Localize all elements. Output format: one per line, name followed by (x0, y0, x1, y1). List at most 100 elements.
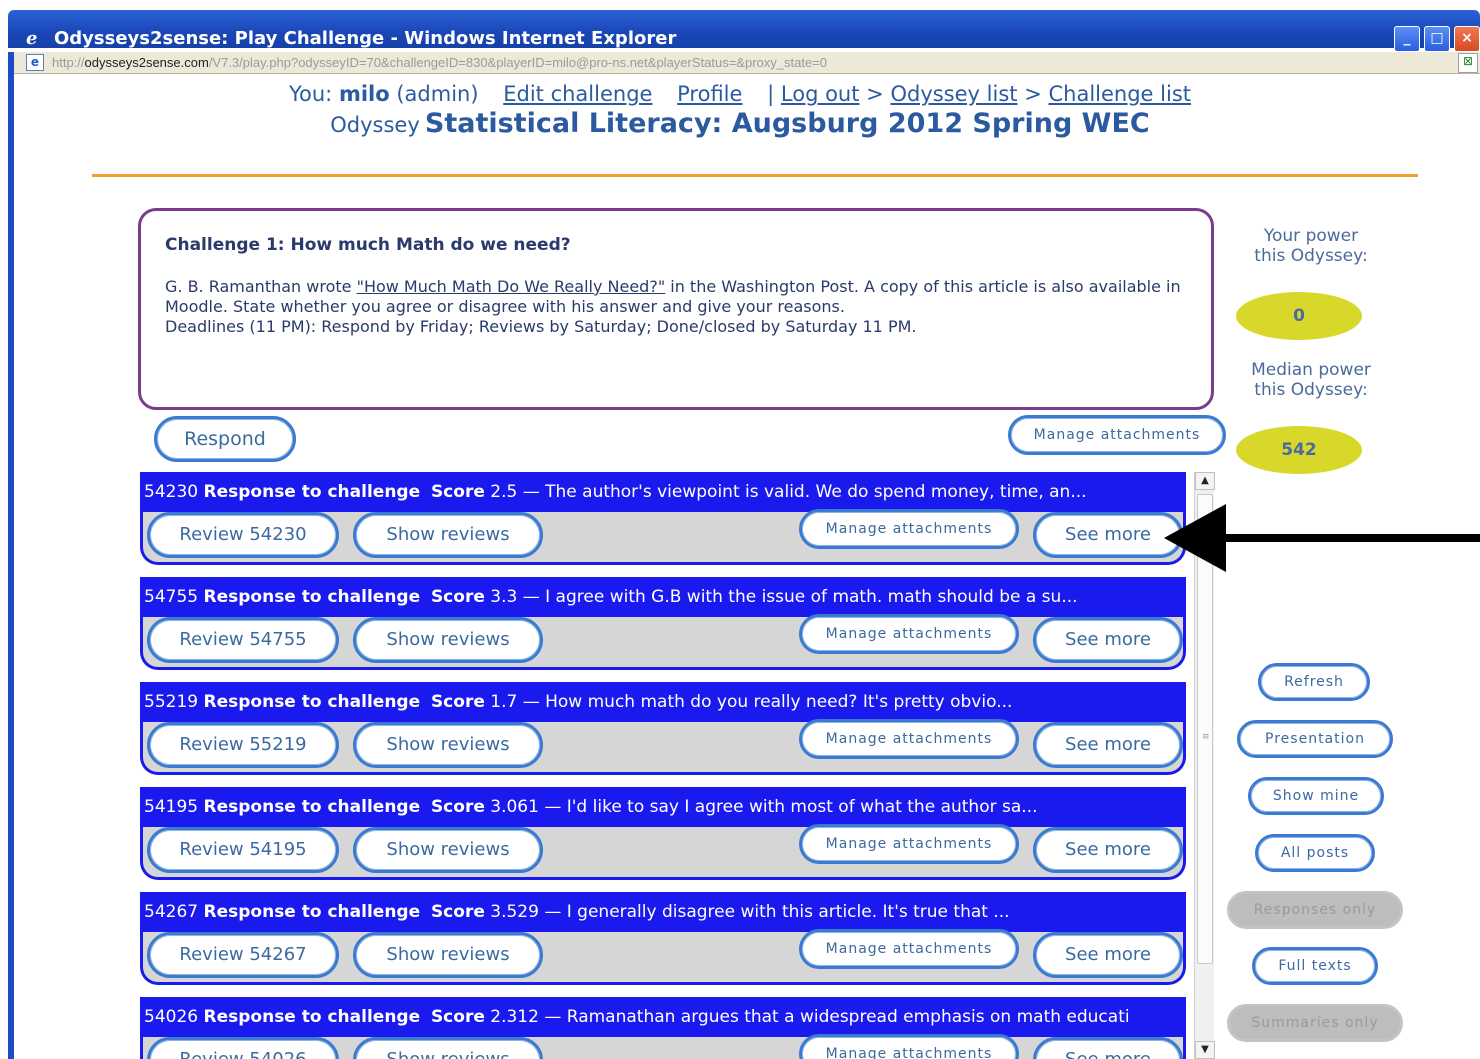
response-id: 54195 (144, 797, 199, 817)
ie-logo-icon: e (26, 28, 38, 49)
review-button[interactable]: Review 55219 (147, 722, 339, 768)
manage-attachments-button[interactable]: Manage attachments (799, 614, 1019, 654)
excerpt-dash: — (522, 482, 540, 502)
see-more-button[interactable]: See more (1033, 1037, 1183, 1059)
response-excerpt: I agree with G.B with the issue of math.… (545, 587, 1078, 607)
show-reviews-button[interactable]: Show reviews (353, 1037, 543, 1059)
challenge-list-link[interactable]: Challenge list (1048, 82, 1191, 106)
user-name: milo (338, 82, 390, 106)
response-actions: Review 54267 Show reviews Manage attachm… (140, 929, 1186, 985)
response-score: 3.061 (490, 797, 539, 817)
response-item: 54230 Response to challenge Score 2.5 — … (140, 472, 1186, 577)
breadcrumb-separator: > (1024, 82, 1042, 106)
response-header[interactable]: 55219 Response to challenge Score 1.7 — … (140, 682, 1186, 722)
all-posts-button[interactable]: All posts (1255, 834, 1375, 872)
response-header[interactable]: 54230 Response to challenge Score 2.5 — … (140, 472, 1186, 512)
response-item: 54195 Response to challenge Score 3.061 … (140, 787, 1186, 892)
response-kind: Response to challenge (203, 902, 421, 922)
score-label: Score (430, 902, 485, 922)
manage-attachments-button[interactable]: Manage attachments (799, 824, 1019, 864)
address-url[interactable]: http://odysseys2sense.com/V7.3/play.php?… (52, 55, 827, 70)
odyssey-list-link[interactable]: Odyssey list (890, 82, 1017, 106)
scroll-down-icon[interactable]: ▼ (1195, 1041, 1215, 1059)
show-reviews-button[interactable]: Show reviews (353, 512, 543, 558)
challenge-description: G. B. Ramanthan wrote "How Much Math Do … (165, 277, 1181, 336)
response-id: 54267 (144, 902, 199, 922)
response-kind: Response to challenge (203, 797, 421, 817)
score-label: Score (430, 692, 485, 712)
response-actions: Review 54026 Show reviews Manage attachm… (140, 1034, 1186, 1059)
excerpt-dash: — (522, 692, 540, 712)
respond-button[interactable]: Respond (154, 416, 296, 462)
maximize-button[interactable]: □ (1424, 26, 1450, 52)
responses-only-button[interactable]: Responses only (1227, 891, 1403, 929)
logout-link[interactable]: Log out (781, 82, 860, 106)
article-link[interactable]: "How Much Math Do We Really Need?" (357, 277, 666, 296)
review-button[interactable]: Review 54195 (147, 827, 339, 873)
response-item: 54755 Response to challenge Score 3.3 — … (140, 577, 1186, 682)
median-power-label: Median power this Odyssey: (1251, 360, 1371, 400)
window-title: Odysseys2sense: Play Challenge - Windows… (54, 28, 677, 49)
see-more-button[interactable]: See more (1033, 722, 1183, 768)
response-id: 54230 (144, 482, 199, 502)
review-button[interactable]: Review 54026 (147, 1037, 339, 1059)
scroll-up-icon[interactable]: ▲ (1195, 472, 1215, 490)
response-list: 54230 Response to challenge Score 2.5 — … (140, 472, 1186, 1059)
response-header[interactable]: 54195 Response to challenge Score 3.061 … (140, 787, 1186, 827)
manage-attachments-button[interactable]: Manage attachments (799, 509, 1019, 549)
response-header[interactable]: 54755 Response to challenge Score 3.3 — … (140, 577, 1186, 617)
show-reviews-button[interactable]: Show reviews (353, 932, 543, 978)
user-nav: You: milo (admin) Edit challenge Profile… (0, 82, 1480, 106)
review-button[interactable]: Review 54230 (147, 512, 339, 558)
profile-link[interactable]: Profile (677, 82, 742, 106)
response-item: 54026 Response to challenge Score 2.312 … (140, 997, 1186, 1059)
you-label: You: (288, 82, 333, 106)
review-button[interactable]: Review 54755 (147, 617, 339, 663)
response-kind: Response to challenge (203, 692, 421, 712)
response-item: 55219 Response to challenge Score 1.7 — … (140, 682, 1186, 787)
response-score: 2.5 (490, 482, 518, 502)
score-label: Score (430, 797, 485, 817)
manage-attachments-button[interactable]: Manage attachments (799, 1034, 1019, 1059)
full-texts-button[interactable]: Full texts (1252, 947, 1378, 985)
see-more-button[interactable]: See more (1033, 932, 1183, 978)
summaries-only-button[interactable]: Summaries only (1227, 1004, 1403, 1042)
show-mine-button[interactable]: Show mine (1248, 777, 1384, 815)
see-more-button[interactable]: See more (1033, 827, 1183, 873)
response-id: 54755 (144, 587, 199, 607)
response-excerpt: How much math do you really need? It's p… (545, 692, 1013, 712)
presentation-button[interactable]: Presentation (1237, 720, 1393, 758)
breadcrumb-separator: > (866, 82, 884, 106)
excerpt-dash: — (544, 902, 562, 922)
response-actions: Review 54195 Show reviews Manage attachm… (140, 824, 1186, 880)
close-button[interactable]: × (1454, 26, 1480, 52)
manage-attachments-button[interactable]: Manage attachments (799, 929, 1019, 969)
show-reviews-button[interactable]: Show reviews (353, 617, 543, 663)
response-score: 3.529 (490, 902, 539, 922)
nav-separator: | (767, 82, 775, 106)
response-header[interactable]: 54026 Response to challenge Score 2.312 … (140, 997, 1186, 1037)
response-item: 54267 Response to challenge Score 3.529 … (140, 892, 1186, 997)
see-more-button[interactable]: See more (1033, 512, 1183, 558)
minimize-button[interactable]: _ (1394, 26, 1420, 52)
score-label: Score (430, 1007, 485, 1027)
manage-attachments-button[interactable]: Manage attachments (1008, 415, 1226, 455)
excerpt-dash: — (522, 587, 540, 607)
show-reviews-button[interactable]: Show reviews (353, 827, 543, 873)
annotation-arrowhead-icon (1164, 504, 1226, 572)
address-bar[interactable]: e http://odysseys2sense.com/V7.3/play.ph… (14, 52, 1480, 74)
refresh-button[interactable]: Refresh (1258, 663, 1370, 701)
odyssey-name: Statistical Literacy: Augsburg 2012 Spri… (424, 108, 1150, 139)
compat-view-icon[interactable]: ⊠ (1458, 53, 1478, 73)
see-more-button[interactable]: See more (1033, 617, 1183, 663)
response-kind: Response to challenge (203, 482, 421, 502)
manage-attachments-button[interactable]: Manage attachments (799, 719, 1019, 759)
edit-challenge-link[interactable]: Edit challenge (503, 82, 652, 106)
odyssey-title: Odyssey Statistical Literacy: Augsburg 2… (0, 108, 1480, 139)
response-excerpt: I generally disagree with this article. … (566, 902, 1010, 922)
show-reviews-button[interactable]: Show reviews (353, 722, 543, 768)
response-score: 3.3 (490, 587, 518, 607)
response-header[interactable]: 54267 Response to challenge Score 3.529 … (140, 892, 1186, 932)
score-label: Score (430, 587, 485, 607)
review-button[interactable]: Review 54267 (147, 932, 339, 978)
